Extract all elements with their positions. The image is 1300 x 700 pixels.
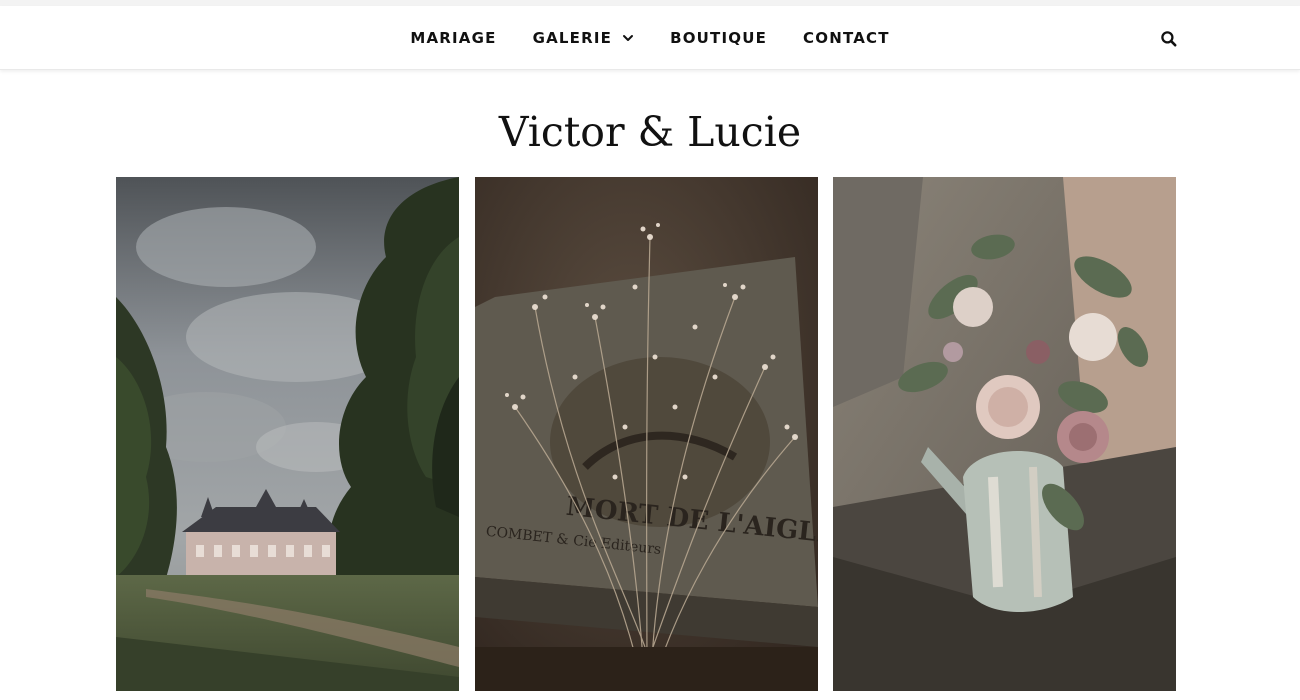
nav-item-mariage[interactable]: MARIAGE: [410, 29, 496, 47]
gallery-photo-bouquet[interactable]: [833, 177, 1176, 691]
chevron-down-icon: [623, 34, 634, 41]
nav-item-contact[interactable]: CONTACT: [803, 29, 890, 47]
photo-gallery: MORT DE L'AIGLE COMBET & Cie Editeurs: [116, 177, 1176, 691]
search-icon[interactable]: [1160, 30, 1178, 48]
nav-item-galerie[interactable]: GALERIE: [533, 29, 635, 47]
gallery-photo-chateau[interactable]: [116, 177, 459, 691]
nav-item-label: CONTACT: [803, 28, 890, 47]
nav-menu: MARIAGE GALERIE BOUTIQUE CONTACT: [0, 6, 1300, 69]
nav-item-label: BOUTIQUE: [670, 28, 768, 47]
gallery-photo-dried-flowers[interactable]: MORT DE L'AIGLE COMBET & Cie Editeurs: [475, 177, 818, 691]
nav-item-label: GALERIE: [532, 28, 613, 47]
main-navigation: MARIAGE GALERIE BOUTIQUE CONTACT: [0, 6, 1300, 70]
nav-item-label: MARIAGE: [410, 28, 497, 47]
nav-item-boutique[interactable]: BOUTIQUE: [670, 29, 767, 47]
page-title: Victor & Lucie: [498, 108, 802, 156]
